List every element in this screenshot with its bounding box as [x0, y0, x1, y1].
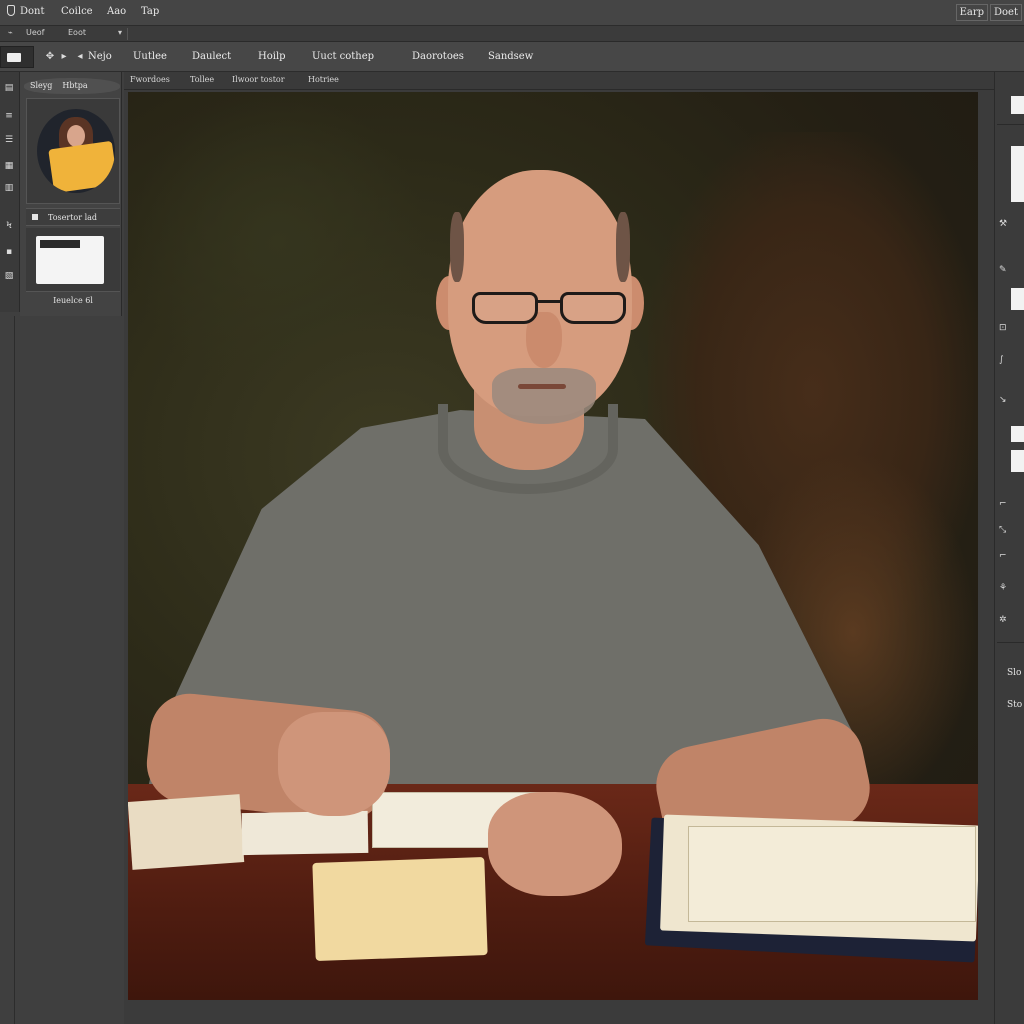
- layer-thumbnail-paper[interactable]: [26, 228, 120, 292]
- left-dock: [0, 316, 122, 1024]
- earp-button[interactable]: Earp: [955, 4, 989, 21]
- paper-preview: [36, 236, 104, 284]
- desk-paper-notes: [241, 810, 369, 856]
- glasses-bridge: [536, 300, 562, 303]
- right-tool-icon-7[interactable]: ⤡: [999, 524, 1024, 536]
- chevron-down-icon: ▾: [118, 28, 123, 37]
- dock-divider: [14, 316, 15, 1024]
- filter-tool-icon[interactable]: ≡: [2, 110, 16, 122]
- mask-tool-icon[interactable]: ▦: [2, 160, 16, 172]
- desk-envelope: [312, 857, 488, 961]
- document-tab-strip: Fwordoes Tollee Ilwoor tostor Hotriee: [124, 72, 994, 90]
- background-texture: [128, 92, 428, 392]
- option-uutlee[interactable]: Uutlee: [133, 51, 167, 62]
- layers-panel: Sleyg Hbtpa Tosertor lad Ieuelce 6l: [20, 72, 122, 316]
- options-bar: ✥ ▸ ◂ Nejo Uutlee Daulect Hoilp Uuct cot…: [0, 42, 1024, 72]
- type-tool-icon[interactable]: Ϟ: [2, 220, 16, 232]
- panel-tab-hbtpa[interactable]: Hbtpa: [62, 81, 87, 90]
- person-beard: [492, 368, 596, 424]
- right-tool-icon-1[interactable]: ⚒: [999, 218, 1024, 230]
- doc-tab-tollee[interactable]: Tollee: [190, 75, 214, 84]
- option-uuct-cothep[interactable]: Uuct cothep: [312, 51, 374, 62]
- right-tool-icon-10[interactable]: ✲: [999, 614, 1024, 626]
- right-panel-thumbnail[interactable]: [1011, 96, 1024, 114]
- doc-tab-fwordoes[interactable]: Fwordoes: [130, 75, 170, 84]
- history-tool-icon[interactable]: ▧: [2, 270, 16, 282]
- right-tool-icon-5[interactable]: ↘: [999, 394, 1024, 406]
- right-tool-icon-4[interactable]: ∫: [999, 354, 1024, 366]
- doc-tab-hotriee[interactable]: Hotriee: [308, 75, 339, 84]
- layers-tool-icon[interactable]: ▤: [2, 82, 16, 94]
- layer-label: Tosertor lad: [48, 213, 98, 222]
- option-sandsew[interactable]: Sandsew: [488, 51, 533, 62]
- right-panel-block-1[interactable]: [1011, 426, 1024, 442]
- person-hand-right: [488, 792, 622, 896]
- app-logo-icon[interactable]: [7, 5, 15, 16]
- move-icon[interactable]: ✥: [44, 51, 56, 63]
- person-hand-left: [278, 712, 390, 816]
- doc-tab-ilwoor-tostor[interactable]: Ilwoor tostor: [232, 75, 285, 84]
- right-dock: ⚒ ✎ ⊡ ∫ ↘ ⌐ ⤡ ⌐ ⚘ ✲ Slo Sto: [994, 72, 1024, 1024]
- avatar-face: [67, 125, 85, 147]
- workspace-center-label: Eoot: [68, 28, 86, 37]
- panel-tab-sleyg[interactable]: Sleyg: [30, 81, 52, 90]
- layer-thumbnail-portrait[interactable]: [26, 98, 120, 204]
- avatar: [37, 109, 115, 193]
- right-tool-icon-3[interactable]: ⊡: [999, 322, 1024, 334]
- desk-paper-sketch: [128, 794, 245, 870]
- workspace-icon: ⌁: [8, 28, 13, 37]
- option-nejo[interactable]: Nejo: [88, 51, 112, 62]
- person-hair-right: [616, 212, 630, 282]
- right-tool-icon-9[interactable]: ⚘: [999, 582, 1024, 594]
- right-panel-swatch[interactable]: [1011, 288, 1024, 310]
- arrow-right-icon[interactable]: ▸: [58, 51, 70, 63]
- right-dock-separator: [997, 124, 1024, 125]
- right-panel-block-2[interactable]: [1011, 450, 1024, 472]
- right-dock-separator-2: [997, 642, 1024, 643]
- person-hair-left: [450, 212, 464, 282]
- menu-item-dont[interactable]: Dont: [20, 6, 45, 17]
- panel-header: Sleyg Hbtpa: [24, 78, 120, 94]
- photo-canvas[interactable]: [128, 92, 978, 1000]
- avatar-cloth: [48, 140, 115, 193]
- doet-button[interactable]: Doet: [990, 4, 1022, 21]
- workspace-bar: ⌁ Ueof Eoot ▾: [0, 26, 1024, 42]
- right-tool-icon-2[interactable]: ✎: [999, 264, 1024, 276]
- right-tool-icon-8[interactable]: ⌐: [999, 550, 1024, 562]
- menu-item-coilce[interactable]: Coilce: [61, 6, 93, 17]
- adjust-tool-icon[interactable]: ☰: [2, 134, 16, 146]
- right-tool-icon-6[interactable]: ⌐: [999, 498, 1024, 510]
- menu-bar: Dont Coilce Aao Tap Earp Doet: [0, 0, 1024, 26]
- desk-book-top-page: [688, 826, 976, 922]
- right-label-slo[interactable]: Slo: [1007, 668, 1021, 678]
- menu-item-tap[interactable]: Tap: [141, 6, 159, 17]
- option-daulect[interactable]: Daulect: [192, 51, 231, 62]
- option-hoilp[interactable]: Hoilp: [258, 51, 286, 62]
- canvas-area[interactable]: [124, 90, 994, 1024]
- person-glasses: [472, 288, 628, 328]
- tool-preset-picker[interactable]: [0, 46, 34, 68]
- person-mouth: [518, 384, 566, 389]
- swatch-tool-icon[interactable]: ▪: [2, 246, 16, 258]
- layer-bottom-label: Ieuelce 6l: [53, 296, 93, 305]
- right-label-sto[interactable]: Sto: [1007, 700, 1022, 710]
- left-toolbar: ▤ ≡ ☰ ▦ ▥ Ϟ ▪ ▧: [0, 72, 20, 312]
- grid-tool-icon[interactable]: ▥: [2, 182, 16, 194]
- right-panel-preview[interactable]: [1011, 146, 1024, 202]
- brush-preset-icon: [7, 53, 21, 62]
- options-small-icon[interactable]: ◂: [74, 51, 86, 63]
- menu-item-aao[interactable]: Aao: [107, 6, 126, 17]
- option-daorotoes[interactable]: Daorotoes: [412, 51, 464, 62]
- layer-row[interactable]: Tosertor lad: [26, 208, 120, 226]
- glasses-lens-right: [560, 292, 626, 324]
- layer-visibility-icon[interactable]: [32, 214, 38, 220]
- glasses-lens-left: [472, 292, 538, 324]
- workspace-left-label: Ueof: [26, 28, 45, 37]
- window-controls: Earp Doet: [954, 4, 1022, 21]
- workspace-dropdown[interactable]: ⌁ Ueof Eoot ▾: [4, 28, 128, 40]
